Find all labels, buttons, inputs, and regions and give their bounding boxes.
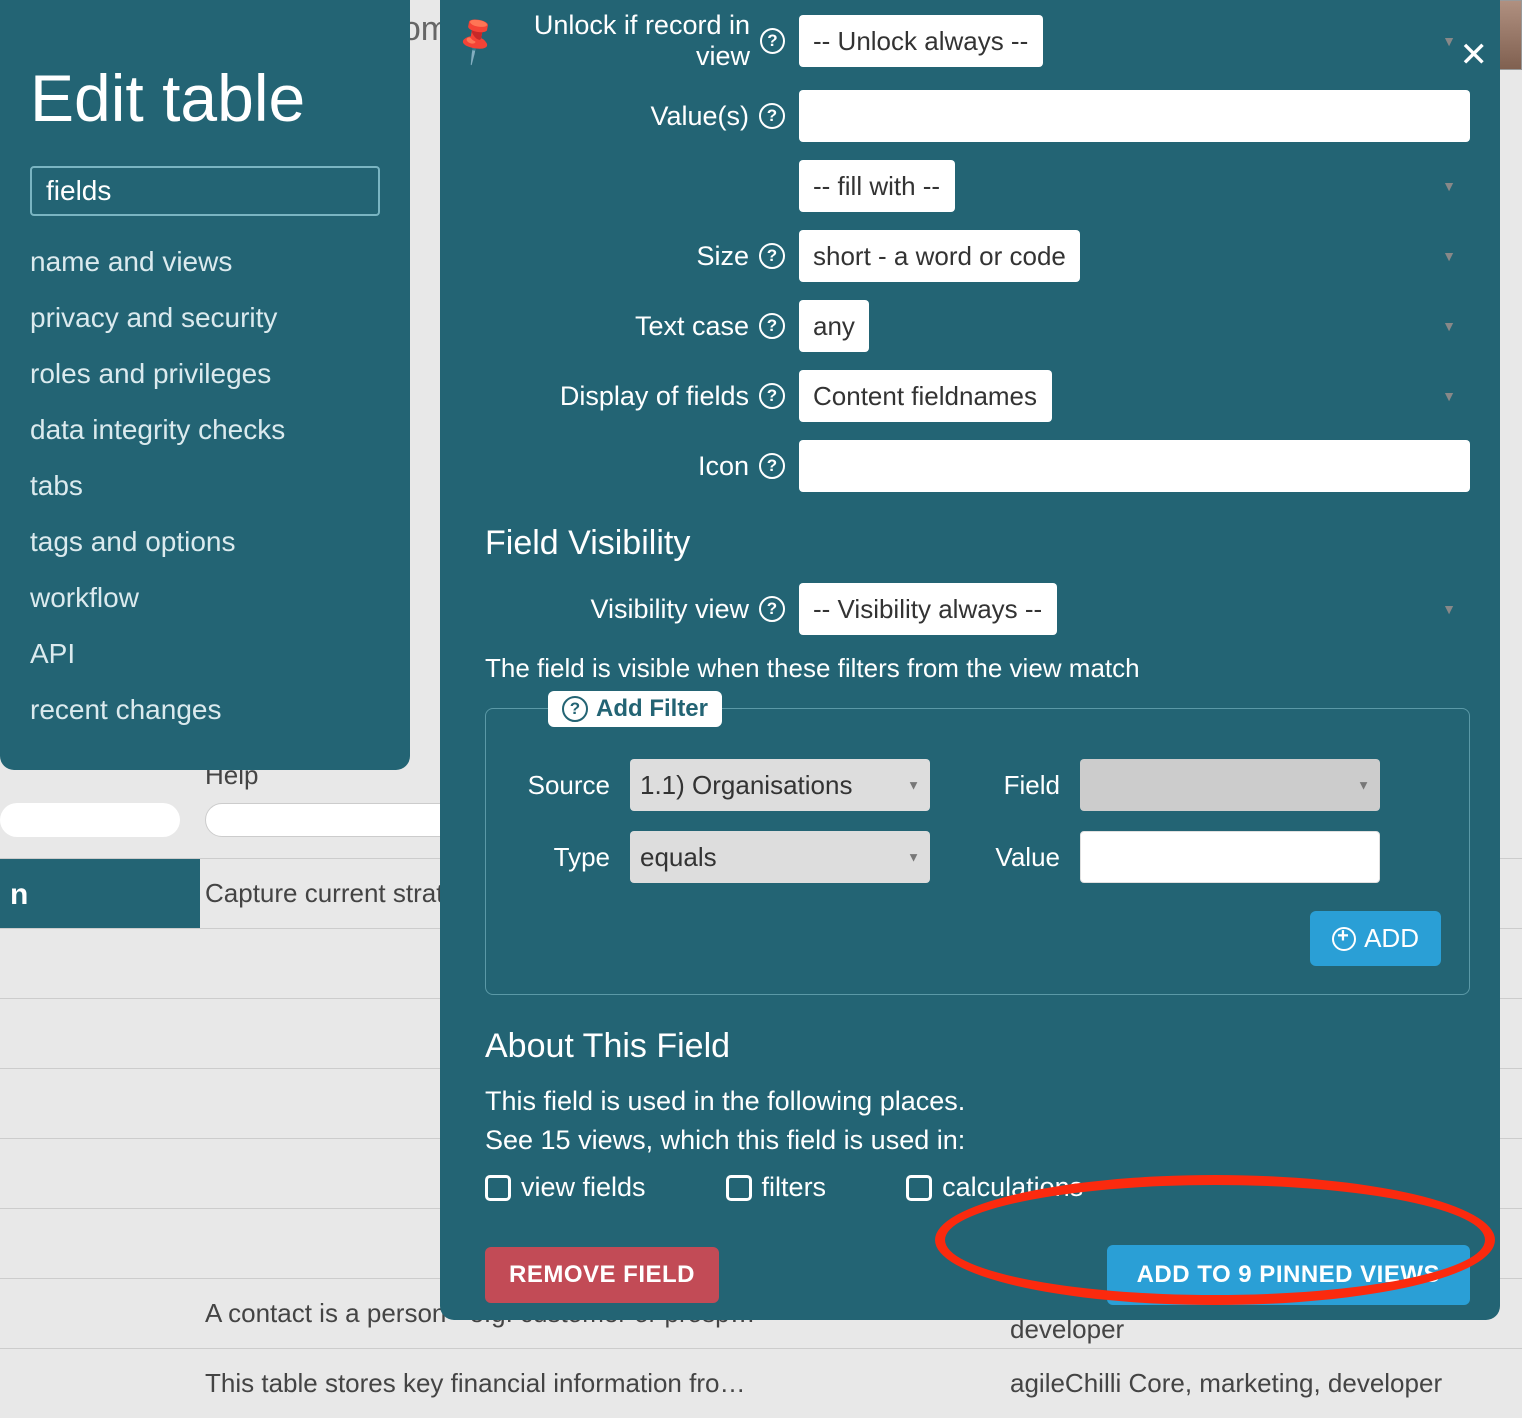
bg-search-pill xyxy=(0,803,180,837)
help-icon[interactable]: ? xyxy=(759,103,785,129)
filter-type-select[interactable]: equals xyxy=(630,831,930,883)
checkbox-icon xyxy=(726,1175,752,1201)
help-icon[interactable]: ? xyxy=(760,28,785,54)
add-filter-box: ?Add Filter Source 1.1) Organisations Fi… xyxy=(485,708,1470,995)
filter-field-select[interactable] xyxy=(1080,759,1380,811)
display-label: Display of fields? xyxy=(485,381,785,412)
visibility-view-select[interactable]: -- Visibility always -- xyxy=(799,583,1057,635)
visibility-view-label: Visibility view? xyxy=(485,594,785,625)
filter-source-label: Source xyxy=(514,770,610,801)
values-input[interactable] xyxy=(799,90,1470,142)
help-icon[interactable]: ? xyxy=(759,453,785,479)
help-icon[interactable]: ? xyxy=(759,383,785,409)
textcase-select[interactable]: any xyxy=(799,300,869,352)
field-edit-panel: 📌 ✕ Unlock if record in view? -- Unlock … xyxy=(440,0,1500,1320)
about-title: About This Field xyxy=(485,1027,1470,1066)
sidebar-search-input[interactable] xyxy=(30,166,380,216)
help-icon[interactable]: ? xyxy=(759,596,785,622)
size-label: Size? xyxy=(485,241,785,272)
visibility-title: Field Visibility xyxy=(485,524,1470,563)
unlock-select[interactable]: -- Unlock always -- xyxy=(799,15,1043,67)
sidebar-item-tabs[interactable]: tabs xyxy=(30,458,380,514)
edit-table-sidebar: Edit table name and views privacy and se… xyxy=(0,0,410,770)
unlock-label: Unlock if record in view? xyxy=(485,10,785,72)
filter-source-select[interactable]: 1.1) Organisations xyxy=(630,759,930,811)
textcase-label: Text case? xyxy=(485,311,785,342)
icon-label: Icon? xyxy=(485,451,785,482)
checkbox-icon xyxy=(485,1175,511,1201)
visibility-desc: The field is visible when these filters … xyxy=(485,653,1470,684)
filter-value-input[interactable] xyxy=(1080,831,1380,883)
sidebar-item-privacy[interactable]: privacy and security xyxy=(30,290,380,346)
sidebar-title: Edit table xyxy=(30,60,380,136)
size-select[interactable]: short - a word or code xyxy=(799,230,1080,282)
values-label: Value(s)? xyxy=(485,101,785,132)
plus-icon xyxy=(1332,927,1356,951)
filter-field-label: Field xyxy=(950,770,1060,801)
help-icon[interactable]: ? xyxy=(759,243,785,269)
remove-field-button[interactable]: REMOVE FIELD xyxy=(485,1247,719,1303)
filter-value-label: Value xyxy=(950,842,1060,873)
about-checks: view fields filters calculations xyxy=(485,1172,1470,1203)
sidebar-item-roles[interactable]: roles and privileges xyxy=(30,346,380,402)
about-line2: See 15 views, which this field is used i… xyxy=(485,1125,1470,1156)
sidebar-item-changes[interactable]: recent changes xyxy=(30,682,380,738)
filter-legend: ?Add Filter xyxy=(548,691,722,727)
help-icon[interactable]: ? xyxy=(562,696,588,722)
add-filter-button[interactable]: ADD xyxy=(1310,911,1441,966)
checkbox-icon xyxy=(906,1175,932,1201)
display-select[interactable]: Content fieldnames xyxy=(799,370,1052,422)
filter-type-label: Type xyxy=(514,842,610,873)
sidebar-item-name-views[interactable]: name and views xyxy=(30,234,380,290)
sidebar-item-tags[interactable]: tags and options xyxy=(30,514,380,570)
icon-input[interactable] xyxy=(799,440,1470,492)
check-calculations[interactable]: calculations xyxy=(906,1172,1083,1203)
sidebar-item-workflow[interactable]: workflow xyxy=(30,570,380,626)
sidebar-item-integrity[interactable]: data integrity checks xyxy=(30,402,380,458)
add-to-pinned-views-button[interactable]: ADD TO 9 PINNED VIEWS xyxy=(1107,1245,1470,1305)
check-view-fields[interactable]: view fields xyxy=(485,1172,646,1203)
about-line1: This field is used in the following plac… xyxy=(485,1086,1470,1117)
check-filters[interactable]: filters xyxy=(726,1172,827,1203)
sidebar-item-api[interactable]: API xyxy=(30,626,380,682)
table-row: This table stores key financial informat… xyxy=(0,1348,1522,1418)
help-icon[interactable]: ? xyxy=(759,313,785,339)
fillwith-select[interactable]: -- fill with -- xyxy=(799,160,955,212)
